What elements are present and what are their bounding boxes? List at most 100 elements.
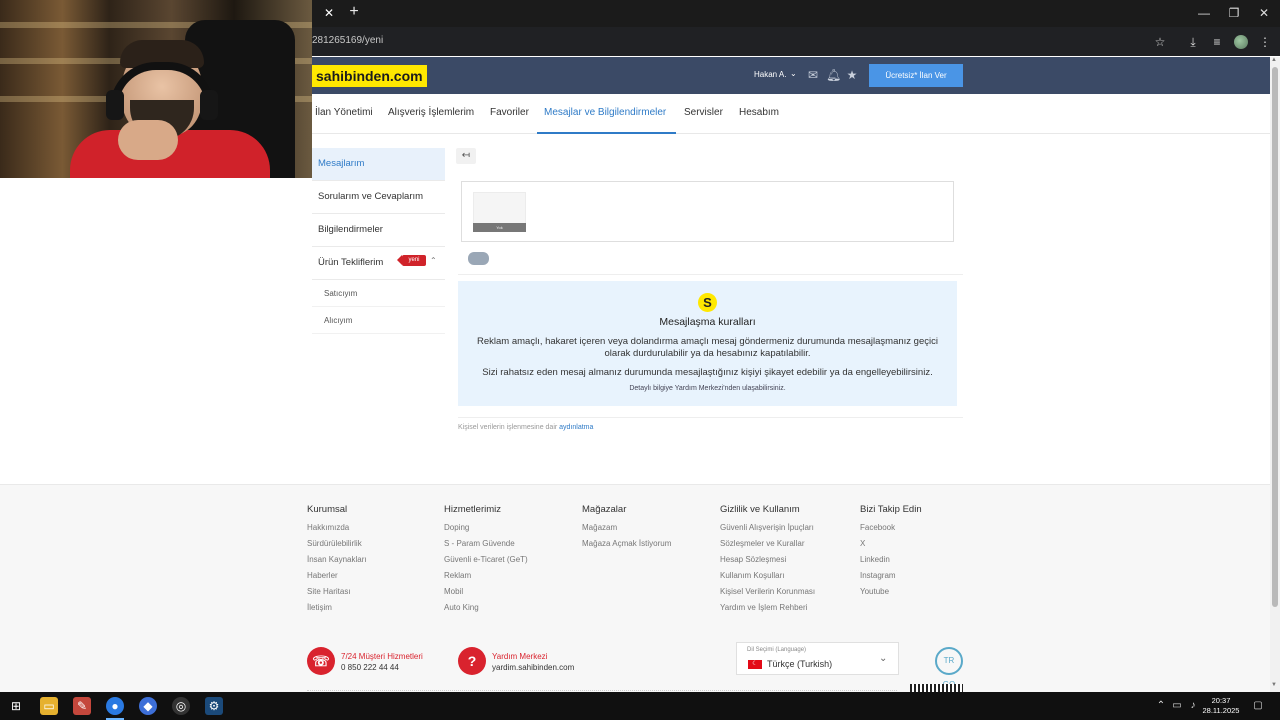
- footer-link[interactable]: Sürdürülebilirlik: [307, 536, 367, 552]
- back-arrow-icon[interactable]: ↤: [456, 148, 476, 164]
- volume-icon[interactable]: ♪: [1186, 699, 1200, 713]
- help-center-link[interactable]: Detaylı bilgiye Yardım Merkezi'nden ulaş…: [458, 385, 957, 392]
- download-icon[interactable]: ⤓: [1185, 34, 1201, 50]
- footer-link[interactable]: S - Param Güvende: [444, 536, 528, 552]
- footer-column-magazalar: Mağazalar Mağazam Mağaza Açmak İstiyorum: [582, 504, 671, 552]
- footer-link[interactable]: Kişisel Verilerin Korunması: [720, 584, 815, 600]
- chevron-down-icon[interactable]: ⌄: [790, 69, 797, 78]
- sidebar-item-label: Ürün Tekliflerim: [318, 257, 384, 268]
- footer-column-gizlilik: Gizlilik ve Kullanım Güvenli Alışverişin…: [720, 504, 815, 616]
- tab-close-icon[interactable]: ✕: [322, 6, 336, 20]
- post-listing-button[interactable]: Ücretsiz* İlan Ver: [869, 64, 963, 87]
- footer-link[interactable]: Instagram: [860, 568, 922, 584]
- footer-link[interactable]: Kullanım Koşulları: [720, 568, 815, 584]
- nav-item-favoriler[interactable]: Favoriler: [490, 107, 529, 118]
- footer-link[interactable]: Yardım ve İşlem Rehberi: [720, 600, 815, 616]
- app-icon[interactable]: ◆: [139, 697, 157, 715]
- windows-start-icon[interactable]: ⊞: [7, 697, 25, 715]
- footer-link[interactable]: İletişim: [307, 600, 367, 616]
- nav-item-servisler[interactable]: Servisler: [684, 107, 723, 118]
- headset-earcup: [106, 90, 124, 120]
- footer-link[interactable]: Reklam: [444, 568, 528, 584]
- bell-icon[interactable]: 🔔︎: [826, 68, 841, 82]
- footer-link[interactable]: Auto King: [444, 600, 528, 616]
- chrome-icon[interactable]: ●: [106, 697, 124, 715]
- footer-link[interactable]: Hesap Sözleşmesi: [720, 552, 815, 568]
- customer-service-phone: 0 850 222 44 44: [341, 663, 399, 672]
- footer-column-title: Mağazalar: [582, 504, 627, 515]
- clock-date: 28.11.2025: [1202, 706, 1240, 715]
- sidebar-item-mesajlarim[interactable]: Mesajlarım: [312, 148, 445, 181]
- footer-link[interactable]: Mağazam: [582, 520, 671, 536]
- privacy-link[interactable]: aydınlatma: [559, 424, 593, 431]
- footer-link[interactable]: Linkedin: [860, 552, 922, 568]
- app-icon[interactable]: ✎: [73, 697, 91, 715]
- messaging-rules-panel: S Mesajlaşma kuralları Reklam amaçlı, ha…: [458, 281, 957, 406]
- mail-icon[interactable]: ✉: [806, 68, 820, 82]
- bookmark-star-icon[interactable]: ☆: [1152, 34, 1168, 50]
- headset-earcup: [200, 90, 218, 120]
- notification-icon[interactable]: ▢: [1251, 699, 1265, 713]
- url-field[interactable]: 281265169/yeni: [312, 35, 383, 46]
- trust-badge[interactable]: TR GO: [935, 647, 963, 689]
- footer-link[interactable]: Güvenli Alışverişin İpuçları: [720, 520, 815, 536]
- footer-column-title: Kurumsal: [307, 504, 348, 515]
- nav-item-hesabim[interactable]: Hesabım: [739, 107, 779, 118]
- footer-link[interactable]: İnsan Kaynakları: [307, 552, 367, 568]
- footer-link[interactable]: Site Haritası: [307, 584, 367, 600]
- footer-link[interactable]: X: [860, 536, 922, 552]
- footer-link[interactable]: Doping: [444, 520, 528, 536]
- footer-link[interactable]: Youtube: [860, 584, 922, 600]
- new-tab-icon[interactable]: +: [346, 4, 362, 20]
- clock-time: 20:37: [1211, 696, 1231, 705]
- scroll-up-icon[interactable]: ▲: [1271, 57, 1277, 63]
- site-logo[interactable]: sahibinden.com: [312, 65, 427, 87]
- footer-column-title: Gizlilik ve Kullanım: [720, 504, 800, 515]
- footer-link[interactable]: Mobil: [444, 584, 528, 600]
- footer-link[interactable]: Haberler: [307, 568, 367, 584]
- window-close-icon[interactable]: ✕: [1255, 5, 1273, 21]
- scroll-down-icon[interactable]: ▼: [1271, 682, 1277, 688]
- page-scrollbar[interactable]: ▲ ▼: [1270, 57, 1280, 692]
- footer-link[interactable]: Güvenli e-Ticaret (GeT): [444, 552, 528, 568]
- webcam-overlay: [0, 0, 312, 178]
- sidebar-subitem-saticiyim[interactable]: Satıcıyım: [312, 280, 445, 307]
- footer-column-title: Hizmetlerimiz: [444, 504, 501, 515]
- sidebar-subitem-aliciyim[interactable]: Alıcıyım: [312, 307, 445, 334]
- sidebar-item-label: Bilgilendirmeler: [318, 224, 383, 235]
- nav-item-alisveris[interactable]: Alışveriş İşlemlerim: [388, 107, 474, 118]
- language-select[interactable]: Dil Seçimi (Language) ☾ Türkçe (Turkish)…: [736, 642, 899, 675]
- nav-item-mesajlar[interactable]: Mesajlar ve Bilgilendirmeler: [544, 107, 666, 118]
- nav-item-ilan-yonetimi[interactable]: İlan Yönetimi: [315, 107, 373, 118]
- profile-avatar[interactable]: [1234, 35, 1248, 49]
- rules-paragraph-1: Reklam amaçlı, hakaret içeren veya dolan…: [477, 336, 938, 359]
- taskbar-clock[interactable]: 20:37 28.11.2025: [1200, 696, 1242, 716]
- minimize-icon[interactable]: —: [1195, 5, 1213, 21]
- footer-link[interactable]: Hakkımızda: [307, 520, 367, 536]
- divider: [458, 417, 963, 418]
- divider: [307, 690, 897, 691]
- media-control-icon[interactable]: ≡: [1209, 34, 1225, 50]
- star-icon[interactable]: ★: [845, 68, 859, 82]
- steam-icon[interactable]: ⚙: [205, 697, 223, 715]
- main-nav: İlan Yönetimi Alışveriş İşlemlerim Favor…: [300, 94, 1270, 134]
- file-explorer-icon[interactable]: ▭: [40, 697, 58, 715]
- nav-active-indicator: [537, 132, 676, 134]
- restore-icon[interactable]: ❐: [1225, 5, 1243, 21]
- taskbar: ⊞ ▭ ✎ ● ◆ ◎ ⚙ ⌃ ▭ ♪ 20:37 28.11.2025 ▢: [0, 692, 1280, 720]
- obs-icon[interactable]: ◎: [172, 697, 190, 715]
- tray-chevron-up-icon[interactable]: ⌃: [1154, 699, 1168, 713]
- user-menu[interactable]: Hakan A.: [754, 70, 786, 79]
- help-center-title: Yardım Merkezi: [492, 652, 548, 661]
- footer-link[interactable]: Sözleşmeler ve Kurallar: [720, 536, 815, 552]
- sidebar-item-sorularim[interactable]: Sorularım ve Cevaplarım: [312, 181, 445, 214]
- chevron-up-icon[interactable]: ⌃: [430, 256, 437, 265]
- network-icon[interactable]: ▭: [1170, 699, 1184, 713]
- phone-icon: ☏: [307, 647, 335, 675]
- listing-summary-card: Yok: [461, 181, 954, 242]
- sidebar-item-bilgilendirmeler[interactable]: Bilgilendirmeler: [312, 214, 445, 247]
- scrollbar-thumb[interactable]: [1272, 67, 1278, 607]
- footer-link[interactable]: Mağaza Açmak İstiyorum: [582, 536, 671, 552]
- browser-menu-icon[interactable]: ⋮: [1257, 34, 1273, 50]
- footer-link[interactable]: Facebook: [860, 520, 922, 536]
